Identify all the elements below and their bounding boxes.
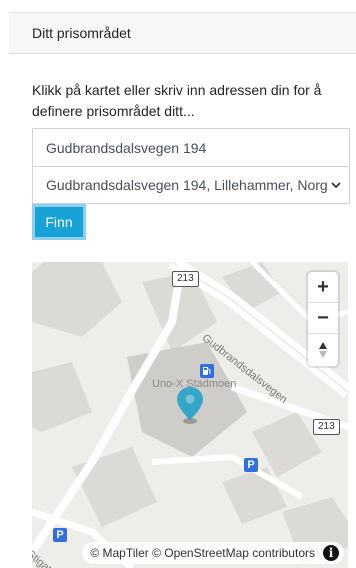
fuel-station-icon [200, 364, 214, 378]
compass-button[interactable] [308, 334, 338, 365]
map-attribution: © MapTiler © OpenStreetMap contributors … [82, 542, 344, 564]
location-marker-icon[interactable] [176, 386, 204, 426]
card-header: Ditt prisområdet [9, 12, 356, 54]
zoom-in-button[interactable]: + [308, 272, 338, 303]
map-zoom-control: + − [308, 272, 338, 366]
map[interactable]: 213 213 Gudbrandsdalsvegen Uno-X Stadmoe… [32, 262, 348, 568]
chevron-down-icon [330, 167, 342, 203]
compass-icon [319, 341, 327, 358]
road-number-badge: 213 [313, 419, 340, 435]
address-select-value: Gudbrandsdalsvegen 194, Lillehammer, Nor… [46, 177, 328, 193]
instructions-text: Klikk på kartet eller skriv inn adressen… [32, 82, 322, 119]
zoom-out-button[interactable]: − [308, 303, 338, 334]
attribution-text[interactable]: © MapTiler © OpenStreetMap contributors [90, 542, 315, 564]
parking-icon: P [244, 458, 258, 472]
address-input[interactable] [32, 128, 350, 167]
find-button[interactable]: Finn [32, 204, 86, 240]
address-select[interactable]: Gudbrandsdalsvegen 194, Lillehammer, Nor… [32, 166, 350, 204]
info-icon[interactable]: i [323, 545, 339, 561]
parking-icon: P [53, 528, 67, 542]
card-title: Ditt prisområdet [32, 25, 131, 41]
road-number-badge: 213 [172, 271, 199, 287]
